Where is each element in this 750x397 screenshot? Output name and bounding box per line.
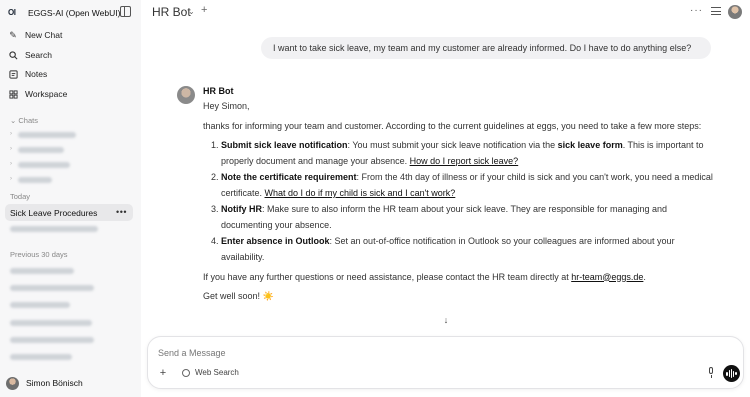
contact-paragraph: If you have any further questions or nee…	[203, 271, 646, 282]
nav-notes-label: Notes	[25, 69, 48, 79]
web-search-label: Web Search	[195, 368, 239, 377]
message-composer: + Web Search	[147, 336, 744, 389]
folder-item-blurred[interactable]	[18, 147, 64, 153]
previous-30-days-label: Previous 30 days	[10, 250, 68, 259]
nav-workspace[interactable]: Workspace	[8, 86, 67, 102]
chat-item-blurred[interactable]	[10, 302, 70, 308]
more-horizontal-icon[interactable]: ···	[690, 5, 703, 16]
sliders-icon[interactable]	[711, 6, 721, 16]
list-item: Notify HR: Make sure to also inform the …	[221, 201, 715, 233]
bot-message: Hey Simon, thanks for informing your tea…	[203, 98, 715, 308]
report-sick-leave-link[interactable]: How do I report sick leave?	[410, 156, 519, 166]
chats-label: Chats	[18, 116, 38, 125]
bot-avatar	[177, 86, 195, 104]
nav-search-label: Search	[25, 50, 52, 60]
chat-item-label: Sick Leave Procedures	[10, 208, 98, 218]
scroll-down-button[interactable]: ↓	[437, 311, 455, 329]
folder-item-blurred[interactable]	[18, 177, 52, 183]
folder-item-blurred[interactable]	[18, 162, 70, 168]
arrow-down-icon: ↓	[443, 315, 449, 325]
child-sick-link[interactable]: What do I do if my child is sick and I c…	[265, 188, 456, 198]
workspace-icon	[8, 89, 18, 99]
nav-new-chat-label: New Chat	[25, 30, 63, 40]
nav-new-chat[interactable]: ✎ New Chat	[8, 27, 62, 43]
list-item: Note the certificate requirement: From t…	[221, 169, 715, 201]
avatar[interactable]	[728, 5, 742, 19]
chat-item-blurred[interactable]	[10, 320, 92, 326]
bot-intro: thanks for informing your team and custo…	[203, 120, 702, 131]
avatar	[6, 376, 19, 390]
contact-text: If you have any further questions or nee…	[203, 271, 572, 282]
notes-icon	[8, 69, 18, 79]
microphone-icon[interactable]	[706, 367, 716, 379]
top-bar: HR Bot ⌄ + ···	[141, 0, 750, 24]
step-text: : Make sure to also inform the HR team a…	[221, 204, 668, 230]
chevron-down-icon[interactable]: ⌄	[188, 7, 195, 16]
step-title: Submit sick leave notification	[221, 140, 348, 150]
app-logo[interactable]: OI	[8, 8, 16, 17]
nav-search[interactable]: Search	[8, 47, 52, 63]
chevron-right-icon[interactable]: ›	[10, 176, 12, 182]
user-message-bubble: I want to take sick leave, my team and m…	[261, 37, 711, 59]
hr-email-link[interactable]: hr-team@eggs.de	[571, 272, 643, 282]
chat-menu-icon[interactable]: •••	[116, 207, 127, 217]
user-message-text: I want to take sick leave, my team and m…	[273, 43, 692, 53]
bot-name: HR Bot	[203, 86, 234, 96]
web-search-toggle[interactable]: Web Search	[182, 368, 239, 377]
step-bold: sick leave form	[557, 140, 623, 150]
step-title: Note the certificate requirement	[221, 172, 357, 182]
sidebar-header: OI EGGS-AI (Open WebUI)	[0, 0, 141, 24]
list-item: Submit sick leave notification: You must…	[221, 137, 715, 169]
user-name: Simon Bönisch	[26, 378, 83, 388]
model-selector[interactable]: HR Bot	[152, 5, 191, 19]
chat-item-blurred[interactable]	[10, 354, 72, 360]
step-text: : You must submit your sick leave notifi…	[347, 140, 558, 150]
steps-list: Submit sick leave notification: You must…	[221, 137, 715, 265]
today-label: Today	[10, 192, 31, 201]
globe-icon	[182, 368, 190, 377]
chat-item-blurred[interactable]	[10, 268, 74, 274]
chats-section-toggle[interactable]: ⌄ Chats	[10, 116, 38, 125]
plus-icon[interactable]: +	[157, 367, 169, 379]
chat-item-blurred[interactable]	[10, 285, 94, 291]
voice-mode-button[interactable]	[723, 365, 740, 382]
step-title: Notify HR	[221, 204, 262, 214]
bot-greeting: Hey Simon,	[203, 101, 250, 111]
search-icon	[8, 50, 18, 60]
message-input[interactable]	[158, 346, 728, 359]
user-menu[interactable]: Simon Bönisch	[6, 375, 83, 391]
waveform-icon	[726, 369, 737, 378]
closing-text: Get well soon! ☀️	[203, 291, 274, 301]
edit-icon: ✎	[9, 29, 17, 40]
nav-workspace-label: Workspace	[25, 89, 68, 99]
nav-notes[interactable]: Notes	[8, 66, 47, 82]
chat-item-active[interactable]: Sick Leave Procedures •••	[5, 204, 133, 221]
step-title: Enter absence in Outlook	[221, 236, 330, 246]
sidebar: OI EGGS-AI (Open WebUI) ✎ New Chat Searc…	[0, 0, 141, 397]
chevron-right-icon[interactable]: ›	[10, 131, 12, 137]
chat-item-blurred[interactable]	[10, 337, 94, 343]
sidebar-toggle-icon[interactable]	[120, 6, 131, 17]
app-title[interactable]: EGGS-AI (Open WebUI)	[28, 8, 120, 18]
list-item: Enter absence in Outlook: Set an out-of-…	[221, 233, 715, 265]
chevron-right-icon[interactable]: ›	[10, 161, 12, 167]
chevron-right-icon[interactable]: ›	[10, 146, 12, 152]
chat-item-blurred[interactable]	[10, 226, 98, 232]
folder-item-blurred[interactable]	[18, 132, 76, 138]
add-model-icon[interactable]: +	[201, 4, 207, 16]
